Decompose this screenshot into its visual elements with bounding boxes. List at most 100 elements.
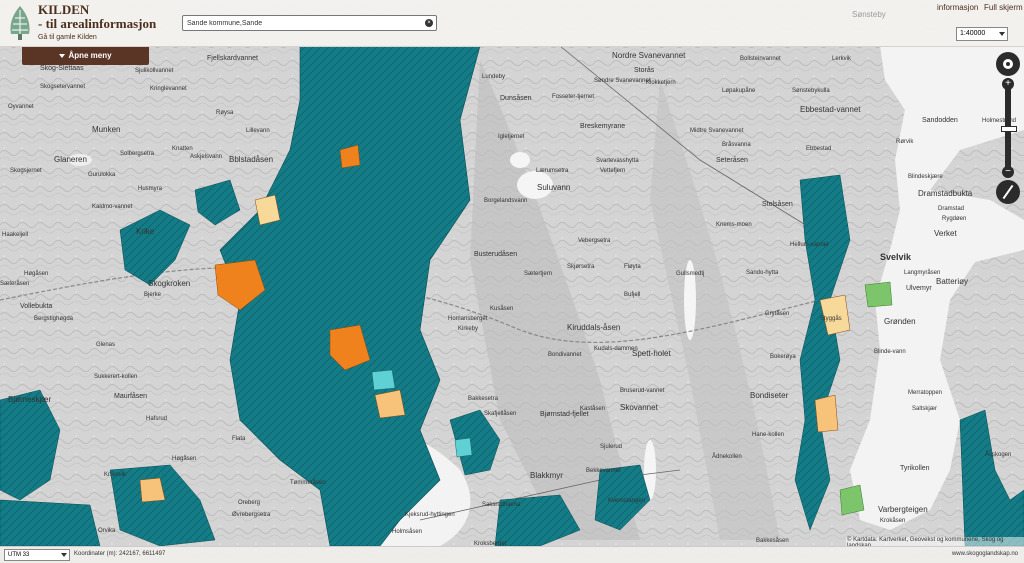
svg-text:Orvika: Orvika bbox=[98, 528, 116, 534]
svg-text:Skog-Slettaas: Skog-Slettaas bbox=[40, 65, 84, 72]
svg-text:Stolsåsen: Stolsåsen bbox=[762, 200, 793, 208]
app-subtitle: - til arealinformasjon bbox=[38, 16, 157, 31]
svg-text:Dramstadbukta: Dramstadbukta bbox=[918, 189, 973, 198]
svg-text:Klokketjern: Klokketjern bbox=[646, 80, 676, 86]
svg-text:Hellum-vannet: Hellum-vannet bbox=[790, 242, 829, 248]
zoom-out-button[interactable]: − bbox=[1002, 166, 1014, 178]
svg-text:Knems-moen: Knems-moen bbox=[716, 222, 752, 228]
young-forest-area bbox=[454, 437, 473, 458]
lake bbox=[510, 152, 530, 168]
svg-text:Styggås: Styggås bbox=[820, 315, 842, 322]
svg-text:Bakkesåsen: Bakkesåsen bbox=[756, 537, 789, 544]
svg-text:Kringlevannet: Kringlevannet bbox=[150, 86, 187, 92]
svg-text:Langmyråsen: Langmyråsen bbox=[904, 269, 940, 276]
svg-text:Fjellskardvannet: Fjellskardvannet bbox=[207, 55, 258, 62]
svg-text:Bondiseter: Bondiseter bbox=[750, 391, 789, 400]
kilden-logo-icon bbox=[10, 6, 30, 40]
zoom-in-button[interactable]: + bbox=[1002, 78, 1014, 90]
svg-text:Vebergsetra: Vebergsetra bbox=[578, 238, 611, 244]
svg-text:Skafjellåsen: Skafjellåsen bbox=[484, 410, 516, 417]
svg-text:Breskemyrane: Breskemyrane bbox=[580, 123, 625, 130]
fullscreen-link[interactable]: Full skjerm bbox=[984, 3, 1023, 12]
svg-text:Ebbestad-vannet: Ebbestad-vannet bbox=[800, 105, 861, 114]
svg-text:Sjulerud: Sjulerud bbox=[600, 444, 622, 450]
svg-text:Rørvik: Rørvik bbox=[896, 139, 914, 145]
svg-text:Bokerøya: Bokerøya bbox=[770, 354, 796, 360]
search-box[interactable]: × bbox=[182, 15, 437, 31]
svg-text:Ebbestad: Ebbestad bbox=[806, 146, 831, 152]
svg-text:Kiruddals-åsen: Kiruddals-åsen bbox=[567, 323, 620, 332]
svg-text:Maurfåsen: Maurfåsen bbox=[114, 392, 147, 400]
crs-value: UTM 33 bbox=[8, 552, 30, 558]
svg-text:Bråsvanna: Bråsvanna bbox=[722, 141, 751, 148]
svg-text:Sukkerert-kollen: Sukkerert-kollen bbox=[94, 374, 137, 380]
svg-text:Sjulikollvannet: Sjulikollvannet bbox=[135, 68, 174, 74]
svg-text:Krokåsen: Krokåsen bbox=[880, 517, 905, 524]
scale-select[interactable]: 1:40000 bbox=[956, 27, 1008, 41]
svg-text:Storås: Storås bbox=[634, 66, 655, 74]
svg-text:Skogkroken: Skogkroken bbox=[148, 279, 190, 288]
status-bar: UTM 33 Koordinater (m): 242167, 6611497 … bbox=[0, 546, 1024, 563]
svg-text:Fløyta: Fløyta bbox=[624, 264, 641, 270]
svg-text:Lerkvik: Lerkvik bbox=[832, 56, 852, 62]
svg-text:Åsskogen: Åsskogen bbox=[985, 451, 1011, 458]
svg-text:Bruserud-vannet: Bruserud-vannet bbox=[620, 388, 665, 394]
site-link[interactable]: www.skogoglandskap.no bbox=[952, 551, 1018, 557]
svg-text:Spett-holet: Spett-holet bbox=[632, 349, 671, 358]
search-input[interactable] bbox=[187, 17, 415, 29]
info-link[interactable]: informasjon bbox=[937, 3, 978, 12]
svg-text:Saltskjær: Saltskjær bbox=[912, 406, 937, 412]
svg-text:Fosseter-tjernet: Fosseter-tjernet bbox=[552, 94, 594, 100]
crs-select[interactable]: UTM 33 bbox=[4, 549, 70, 561]
svg-text:Husmyra: Husmyra bbox=[138, 186, 163, 192]
svg-text:Busterudåsen: Busterudåsen bbox=[474, 250, 517, 258]
faded-map-label: Sønsteby bbox=[852, 10, 886, 19]
svg-text:Sætertjern: Sætertjern bbox=[524, 271, 552, 277]
svg-text:Skjørsetra: Skjørsetra bbox=[567, 264, 595, 270]
svg-text:Kjeksrud-hyttingen: Kjeksrud-hyttingen bbox=[405, 512, 455, 518]
svg-text:Saksrudhavna: Saksrudhavna bbox=[482, 502, 521, 508]
svg-text:Vollebukta: Vollebukta bbox=[20, 303, 52, 310]
svg-text:Midtre Svanevannet: Midtre Svanevannet bbox=[690, 128, 744, 134]
close-icon[interactable]: × bbox=[425, 19, 433, 27]
svg-text:Dramstad: Dramstad bbox=[938, 206, 964, 212]
young-forest-area bbox=[371, 369, 396, 391]
svg-text:Glenas: Glenas bbox=[96, 342, 115, 348]
svg-text:Bjørnstad-fjellet: Bjørnstad-fjellet bbox=[540, 411, 589, 418]
scale-value: 1:40000 bbox=[960, 30, 986, 37]
svg-text:Kaståsen: Kaståsen bbox=[580, 405, 605, 412]
svg-text:Ulvemyr: Ulvemyr bbox=[906, 285, 932, 292]
caret-down-icon bbox=[59, 53, 66, 58]
svg-text:Holmsåsen: Holmsåsen bbox=[392, 528, 422, 535]
svg-text:Solbergsetra: Solbergsetra bbox=[120, 151, 155, 157]
svg-text:Gullsmedtj: Gullsmedtj bbox=[676, 271, 704, 277]
map-navigation: + − bbox=[996, 52, 1020, 206]
svg-text:Haakeljell: Haakeljell bbox=[2, 232, 28, 238]
svg-text:Svartevasshytta: Svartevasshytta bbox=[596, 158, 639, 164]
svg-text:Verket: Verket bbox=[934, 229, 957, 238]
svg-text:Søndre Svanevannet: Søndre Svanevannet bbox=[594, 78, 651, 84]
svg-text:Bjørneskjær: Bjørneskjær bbox=[8, 395, 51, 404]
compass-needle bbox=[1002, 184, 1014, 200]
compass-icon[interactable] bbox=[996, 180, 1020, 204]
open-menu-button[interactable]: Åpne meny bbox=[22, 47, 149, 65]
svg-text:Flata: Flata bbox=[232, 436, 246, 442]
svg-text:Tømmeråsen: Tømmeråsen bbox=[290, 479, 326, 486]
svg-text:Gurulokka: Gurulokka bbox=[88, 172, 116, 178]
svg-text:Lærumsetra: Lærumsetra bbox=[536, 168, 569, 174]
zoom-slider-thumb[interactable] bbox=[1001, 126, 1017, 132]
map-canvas[interactable]: Fjellskardvannet Nordre Svanevannet Stor… bbox=[0, 0, 1024, 562]
pan-icon[interactable] bbox=[996, 52, 1020, 76]
svg-text:Batteriøy: Batteriøy bbox=[936, 277, 968, 286]
svg-text:Bjerke: Bjerke bbox=[144, 292, 162, 298]
pan-center bbox=[1006, 62, 1010, 66]
svg-text:Blindeskjære: Blindeskjære bbox=[908, 174, 943, 180]
forest-area bbox=[0, 499, 101, 547]
svg-text:Bakkesetra: Bakkesetra bbox=[468, 396, 499, 402]
svg-text:Sandodden: Sandodden bbox=[922, 117, 958, 124]
svg-text:Røysa: Røysa bbox=[216, 110, 234, 116]
svg-text:Oyvannet: Oyvannet bbox=[8, 104, 34, 110]
old-kilden-link[interactable]: Gå til gamle Kilden bbox=[38, 34, 97, 41]
svg-text:Kaldmo-vannet: Kaldmo-vannet bbox=[92, 204, 133, 210]
svg-text:Bondivannet: Bondivannet bbox=[548, 352, 582, 358]
